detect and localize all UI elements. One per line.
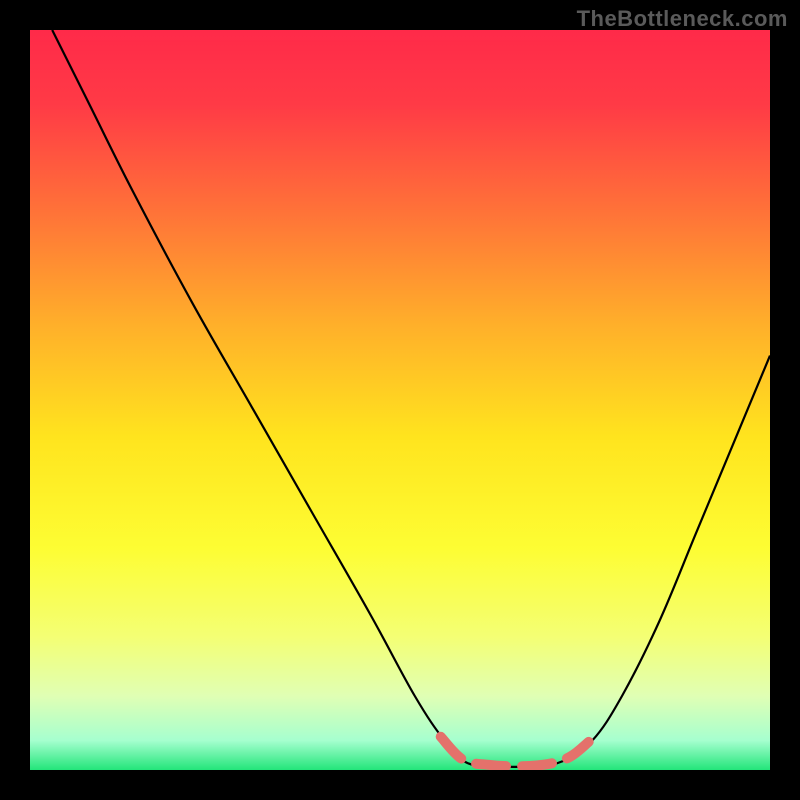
- plot-area: [30, 30, 770, 770]
- chart-container: TheBottleneck.com: [0, 0, 800, 800]
- chart-svg: [30, 30, 770, 770]
- watermark-text: TheBottleneck.com: [577, 6, 788, 32]
- gradient-background: [30, 30, 770, 770]
